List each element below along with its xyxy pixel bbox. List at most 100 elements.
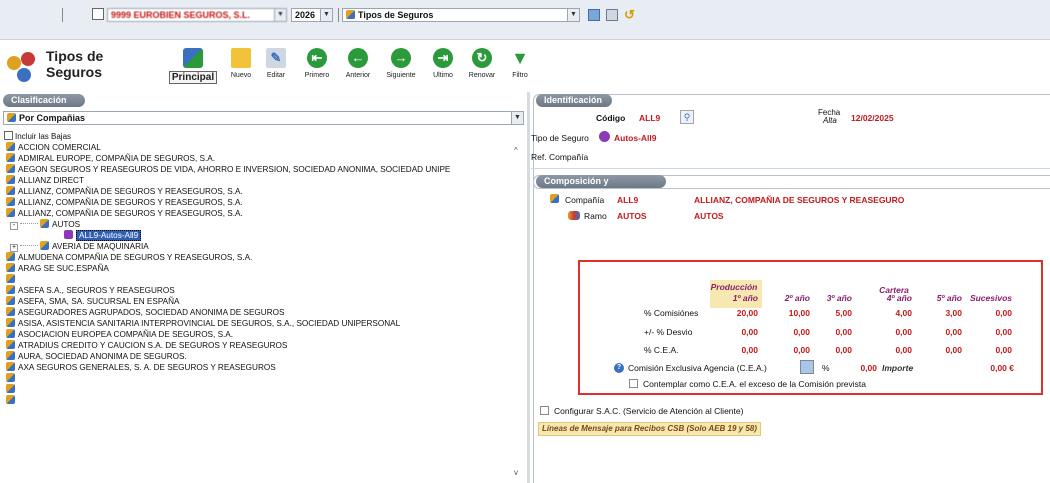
- last-label: Ultimo: [433, 72, 453, 79]
- commission-cell[interactable]: 20,00: [708, 308, 758, 318]
- tree-item[interactable]: ASEFA S.A., SEGUROS Y REASEGUROS: [6, 285, 175, 296]
- tree-item[interactable]: ALLIANZ, COMPAÑIA DE SEGUROS Y REASEGURO…: [6, 186, 243, 197]
- tree-item[interactable]: [6, 274, 18, 285]
- chevron-down-icon[interactable]: ▼: [567, 9, 579, 21]
- tree-item[interactable]: AURA, SOCIEDAD ANONIMA DE SEGUROS.: [6, 351, 187, 362]
- edit-button[interactable]: ✎ Editar: [261, 48, 291, 79]
- expand-icon[interactable]: -: [10, 222, 18, 230]
- next-button[interactable]: → Siguiente: [381, 48, 421, 79]
- tree-item[interactable]: AEGON SEGUROS Y REASEGUROS DE VIDA, AHOR…: [6, 164, 450, 175]
- tree-item[interactable]: + AVERIA DE MAQUINARIA: [10, 241, 149, 252]
- commission-cell[interactable]: 0,00: [862, 345, 912, 355]
- company-icon: [6, 164, 15, 173]
- company-icon: [6, 351, 15, 360]
- scroll-down-icon[interactable]: v: [514, 468, 518, 477]
- previous-button[interactable]: ← Anterior: [340, 48, 376, 79]
- principal-button[interactable]: Principal: [168, 48, 218, 84]
- importe-value[interactable]: 0,00 €: [974, 363, 1014, 373]
- commission-cell[interactable]: 5,00: [802, 308, 852, 318]
- commission-cell[interactable]: 0,00: [962, 345, 1012, 355]
- document-icon[interactable]: [606, 9, 618, 21]
- chevron-down-icon[interactable]: ▼: [274, 9, 286, 21]
- commission-cell[interactable]: 0,00: [802, 327, 852, 337]
- company-combo[interactable]: 9999 EUROBIEN SEGUROS, S.L. ▼: [107, 8, 287, 22]
- tree-item[interactable]: AXA SEGUROS GENERALES, S. A. DE SEGUROS …: [6, 362, 276, 373]
- tree-item[interactable]: [6, 395, 18, 406]
- year-combo[interactable]: 2026 ▼: [291, 8, 333, 22]
- commission-cell[interactable]: 0,00: [962, 327, 1012, 337]
- commission-cell[interactable]: 0,00: [708, 327, 758, 337]
- expand-icon[interactable]: +: [10, 244, 18, 252]
- tree-item[interactable]: ALL9-Autos-All9: [64, 230, 142, 241]
- new-folder-icon: [231, 48, 251, 68]
- sac-checkbox[interactable]: [540, 406, 549, 415]
- codigo-value[interactable]: ALL9: [639, 113, 660, 123]
- tree-item[interactable]: ALLIANZ DIRECT: [6, 175, 84, 186]
- checkbox-box[interactable]: [4, 131, 13, 140]
- tree-item[interactable]: ARAG SE SUC.ESPAÑA: [6, 263, 109, 274]
- tree-item[interactable]: ALMUDENA COMPAÑIA DE SEGUROS Y REASEGURO…: [6, 252, 252, 263]
- contemplar-checkbox[interactable]: [629, 379, 638, 388]
- tree-item[interactable]: ALLIANZ, COMPAÑIA DE SEGUROS Y REASEGURO…: [6, 208, 243, 219]
- include-bajas-checkbox[interactable]: Incluir las Bajas: [4, 131, 71, 141]
- commission-cell[interactable]: 0,00: [912, 345, 962, 355]
- splitter[interactable]: [527, 92, 530, 483]
- calendar-icon[interactable]: [588, 9, 600, 21]
- commission-cell[interactable]: 0,00: [708, 345, 758, 355]
- classification-select[interactable]: Por Compañias ▼: [3, 111, 524, 125]
- filter-icon: ▼: [511, 48, 529, 68]
- tree-item[interactable]: [6, 373, 18, 384]
- note-icon[interactable]: [92, 8, 104, 20]
- tree-item[interactable]: ASEGURADORES AGRUPADOS, SOCIEDAD ANONIMA…: [6, 307, 284, 318]
- tree-item-label: ADMIRAL EUROPE, COMPAÑIA DE SEGUROS, S.A…: [18, 154, 215, 163]
- tree-item[interactable]: [6, 384, 18, 395]
- fecha-value[interactable]: 12/02/2025: [851, 113, 894, 123]
- tree-item-label: ALLIANZ, COMPAÑIA DE SEGUROS Y REASEGURO…: [18, 187, 243, 196]
- commission-cell[interactable]: 0,00: [962, 308, 1012, 318]
- commission-cell[interactable]: 3,00: [912, 308, 962, 318]
- tree-item[interactable]: ASEFA, SMA, SA. SUCURSAL EN ESPAÑA: [6, 296, 180, 307]
- new-button[interactable]: Nuevo: [226, 48, 256, 79]
- cea-value[interactable]: 0,00: [847, 363, 877, 373]
- produccion-header: Producción: [710, 282, 758, 292]
- scroll-up-icon[interactable]: ^: [514, 146, 518, 155]
- tree-item[interactable]: ACCION COMERCIAL: [6, 142, 101, 153]
- commission-cell[interactable]: 4,00: [862, 308, 912, 318]
- tree-item[interactable]: - AUTOS: [10, 219, 80, 230]
- first-button[interactable]: ⇤ Primero: [300, 48, 334, 79]
- last-icon: ⇥: [433, 48, 453, 68]
- commission-cell[interactable]: 0,00: [912, 327, 962, 337]
- classification-header: Clasificación: [3, 94, 85, 107]
- commission-cell[interactable]: 0,00: [862, 327, 912, 337]
- undo-icon[interactable]: ↺: [624, 7, 635, 23]
- tree-item[interactable]: ASISA, ASISTENCIA SANITARIA INTERPROVINC…: [6, 318, 400, 329]
- insurance-types-logo-icon: [5, 50, 41, 86]
- commission-cell[interactable]: 0,00: [802, 345, 852, 355]
- help-icon[interactable]: ?: [614, 363, 624, 373]
- page-title: Tipos de Seguros: [46, 48, 103, 80]
- tree-item[interactable]: ASOCIACION EUROPEA COMPAÑIA DE SEGUROS, …: [6, 329, 233, 340]
- tree-scrollbar[interactable]: ^ v: [513, 146, 523, 480]
- sac-label: Configurar S.A.C. (Servicio de Atención …: [554, 406, 744, 416]
- last-button[interactable]: ⇥ Ultimo: [428, 48, 458, 79]
- lineas-mensaje-button[interactable]: Líneas de Mensaje para Recibos CSB (Solo…: [538, 422, 761, 436]
- chevron-down-icon[interactable]: ▼: [320, 9, 332, 21]
- company-icon: [6, 373, 15, 382]
- renew-label: Renovar: [468, 72, 496, 79]
- fecha-label: Fecha Alta: [818, 109, 840, 125]
- tree-item[interactable]: ADMIRAL EUROPE, COMPAÑIA DE SEGUROS, S.A…: [6, 153, 215, 164]
- tipo-value[interactable]: Autos-All9: [614, 133, 657, 143]
- tree-item-label: ASEFA, SMA, SA. SUCURSAL EN ESPAÑA: [18, 297, 180, 306]
- classification-select-text: Por Compañias: [19, 113, 86, 123]
- insurance-type-icon: [599, 131, 610, 142]
- tree-item[interactable]: ATRADIUS CREDITO Y CAUCION S.A. DE SEGUR…: [6, 340, 287, 351]
- tree-item[interactable]: ALLIANZ, COMPAÑIA DE SEGUROS Y REASEGURO…: [6, 197, 243, 208]
- filter-button[interactable]: ▼ Filtro: [505, 48, 535, 79]
- module-combo[interactable]: Tipos de Seguros ▼: [342, 8, 580, 22]
- company-icon: [6, 153, 15, 162]
- calculator-icon[interactable]: [800, 360, 814, 374]
- renew-button[interactable]: ↻ Renovar: [465, 48, 499, 79]
- search-icon[interactable]: ⚲: [680, 110, 694, 124]
- include-bajas-label: Incluir las Bajas: [15, 132, 72, 141]
- chevron-down-icon[interactable]: ▼: [511, 112, 523, 124]
